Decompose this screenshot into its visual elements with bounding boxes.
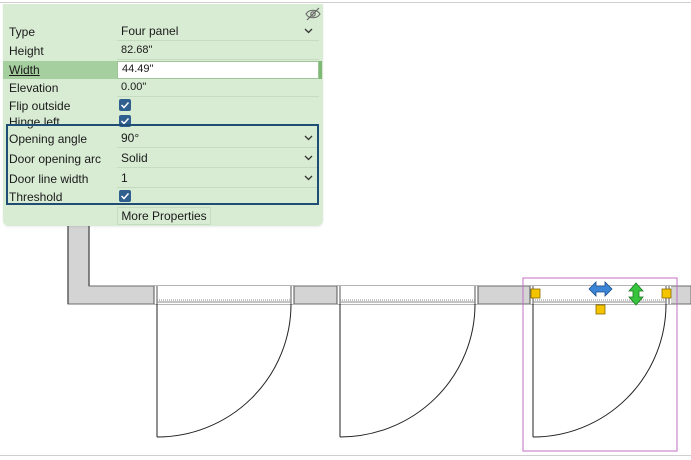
door-2[interactable] xyxy=(336,286,479,438)
prop-value: 82.68" xyxy=(121,44,153,56)
prop-value: 0.00" xyxy=(121,81,147,93)
prop-label: Flip outside xyxy=(9,99,71,113)
prop-value: Four panel xyxy=(121,24,179,38)
prop-label: Width xyxy=(9,63,40,77)
height-field[interactable]: 82.68" xyxy=(117,42,319,60)
door-1[interactable] xyxy=(153,286,295,438)
prop-row-elevation[interactable]: Elevation 0.00" xyxy=(3,79,323,97)
type-select[interactable]: Four panel xyxy=(117,23,319,41)
width-field[interactable]: 44.49" xyxy=(117,61,319,79)
more-properties-button[interactable]: More Properties xyxy=(117,207,211,225)
flip-outside-checkbox[interactable] xyxy=(119,99,131,111)
row-edge-marker xyxy=(319,61,322,79)
square-handle-icon[interactable] xyxy=(595,304,606,315)
elevation-field[interactable]: 0.00" xyxy=(117,79,319,97)
chevron-down-icon[interactable] xyxy=(304,28,313,34)
square-handle-icon[interactable] xyxy=(530,288,541,299)
door-3-selected[interactable] xyxy=(522,277,678,452)
prop-value: 44.49" xyxy=(122,63,154,75)
door-style-group-highlight xyxy=(6,124,319,205)
prop-label: Height xyxy=(9,44,44,58)
prop-row-type[interactable]: Type Four panel xyxy=(3,23,323,41)
prop-row-height[interactable]: Height 82.68" xyxy=(3,42,323,60)
properties-panel: Type Four panel Height 82.68" Width 44.4… xyxy=(3,4,323,226)
checkmark-icon xyxy=(120,101,130,109)
square-handle-icon[interactable] xyxy=(661,288,672,299)
prop-label: Type xyxy=(9,25,36,39)
prop-row-width[interactable]: Width 44.49" xyxy=(3,61,323,79)
prop-label: Elevation xyxy=(9,81,59,95)
hide-eye-icon[interactable] xyxy=(305,7,321,21)
